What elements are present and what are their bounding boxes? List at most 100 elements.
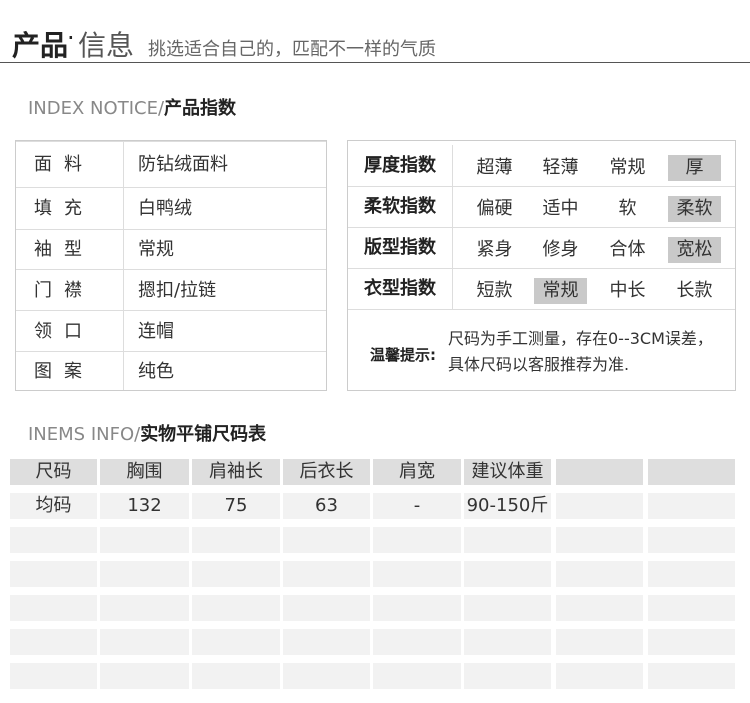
size-cell xyxy=(648,561,735,587)
index-section-cn: 产品指数 xyxy=(164,98,237,119)
size-cell xyxy=(283,663,370,689)
size-cell xyxy=(464,595,551,621)
index-option-selected: 厚 xyxy=(668,155,721,181)
index-name: 柔软指数 xyxy=(348,186,453,227)
spec-label: 领口 xyxy=(34,321,94,342)
spec-label: 填充 xyxy=(34,198,94,219)
size-section-title: INEMS INFO/实物平铺尺码表 xyxy=(28,420,266,446)
index-row: 厚度指数 超薄 轻薄 常规 厚 xyxy=(348,145,735,187)
size-cell xyxy=(283,527,370,553)
size-section-cn: 实物平铺尺码表 xyxy=(140,424,267,445)
size-cell xyxy=(373,527,461,553)
size-header-cell: 尺码 xyxy=(10,459,97,485)
size-cell xyxy=(373,629,461,655)
index-option: 轻薄 xyxy=(542,157,579,178)
title-separator: · xyxy=(67,24,75,52)
tip-text: 尺码为手工测量，存在0--3CM误差， 具体尺码以客服推荐为准. xyxy=(448,326,728,378)
size-cell xyxy=(192,527,280,553)
page-header: 产品 · 信息 挑选适合自己的，匹配不一样的气质 xyxy=(0,0,750,63)
spec-value: 常规 xyxy=(138,239,174,260)
tip-label: 温馨提示: xyxy=(370,346,436,364)
index-name: 衣型指数 xyxy=(348,268,453,309)
spec-row: 填充 白鸭绒 xyxy=(16,187,326,230)
size-cell xyxy=(192,595,280,621)
size-cell xyxy=(373,663,461,689)
size-cell xyxy=(648,493,735,519)
tip-line-1: 尺码为手工测量，存在0--3CM误差， xyxy=(448,329,713,348)
size-cell xyxy=(464,561,551,587)
tip-line-2: 具体尺码以客服推荐为准. xyxy=(448,355,630,374)
size-cell xyxy=(464,527,551,553)
size-cell xyxy=(192,663,280,689)
index-row: 柔软指数 偏硬 适中 软 柔软 xyxy=(348,186,735,228)
index-name: 厚度指数 xyxy=(348,145,453,186)
index-table: 温馨提示: 尺码为手工测量，存在0--3CM误差， 具体尺码以客服推荐为准. 厚… xyxy=(347,140,736,391)
index-name: 版型指数 xyxy=(348,227,453,268)
index-option: 中长 xyxy=(609,280,646,301)
size-cell xyxy=(556,561,643,587)
page-title: 产品 xyxy=(12,29,69,62)
spec-label: 袖型 xyxy=(34,239,94,260)
index-section-en: INDEX NOTICE/ xyxy=(28,98,165,119)
index-option: 合体 xyxy=(609,239,646,260)
size-cell xyxy=(192,561,280,587)
size-header-cell xyxy=(648,459,735,485)
spec-value: 防钻绒面料 xyxy=(138,154,228,175)
size-cell: - xyxy=(373,493,461,519)
spec-value: 连帽 xyxy=(138,321,174,342)
size-header-cell: 胸围 xyxy=(100,459,189,485)
size-cell xyxy=(100,595,189,621)
size-cell: 均码 xyxy=(10,493,97,519)
size-header-cell xyxy=(556,459,643,485)
size-cell xyxy=(556,493,643,519)
spec-value: 纯色 xyxy=(138,361,174,382)
index-option: 紧身 xyxy=(476,239,513,260)
spec-row: 门襟 摁扣/拉链 xyxy=(16,269,326,311)
spec-row: 图案 纯色 xyxy=(16,351,326,391)
size-cell xyxy=(556,595,643,621)
size-cell xyxy=(10,595,97,621)
size-cell xyxy=(648,595,735,621)
index-option: 偏硬 xyxy=(476,198,513,219)
size-cell xyxy=(10,561,97,587)
size-cell xyxy=(464,629,551,655)
size-cell xyxy=(373,561,461,587)
index-section-title: INDEX NOTICE/产品指数 xyxy=(28,94,236,120)
spec-table: 面料 防钻绒面料填充 白鸭绒袖型 常规门襟 摁扣/拉链领口 连帽图案 纯色 xyxy=(15,140,327,391)
size-cell: 75 xyxy=(192,493,280,519)
size-cell xyxy=(283,595,370,621)
size-header-cell: 后衣长 xyxy=(283,459,370,485)
size-cell: 63 xyxy=(283,493,370,519)
size-cell xyxy=(10,527,97,553)
index-option: 短款 xyxy=(476,280,513,301)
page-title-secondary: 信息 xyxy=(78,29,135,62)
size-header-cell: 肩宽 xyxy=(373,459,461,485)
size-cell xyxy=(373,595,461,621)
spec-label: 面料 xyxy=(34,154,94,175)
size-header-cell: 建议体重 xyxy=(464,459,551,485)
size-cell xyxy=(556,629,643,655)
size-cell xyxy=(100,663,189,689)
index-option: 常规 xyxy=(609,157,646,178)
spec-value: 摁扣/拉链 xyxy=(138,280,217,301)
size-cell xyxy=(283,629,370,655)
spec-value: 白鸭绒 xyxy=(138,198,192,219)
size-cell xyxy=(192,629,280,655)
size-cell xyxy=(10,663,97,689)
index-option: 修身 xyxy=(542,239,579,260)
size-cell xyxy=(464,663,551,689)
size-cell xyxy=(100,561,189,587)
spec-label: 图案 xyxy=(34,361,94,382)
size-cell: 132 xyxy=(100,493,189,519)
spec-label: 门襟 xyxy=(34,280,94,301)
size-cell xyxy=(648,527,735,553)
size-cell xyxy=(556,527,643,553)
index-option-selected: 常规 xyxy=(534,278,587,304)
index-option: 超薄 xyxy=(476,157,513,178)
size-cell xyxy=(556,663,643,689)
spec-row: 面料 防钻绒面料 xyxy=(16,141,326,188)
index-option: 软 xyxy=(618,198,637,219)
size-cell xyxy=(10,629,97,655)
size-cell xyxy=(100,629,189,655)
index-row: 衣型指数 短款 常规 中长 长款 xyxy=(348,268,735,310)
